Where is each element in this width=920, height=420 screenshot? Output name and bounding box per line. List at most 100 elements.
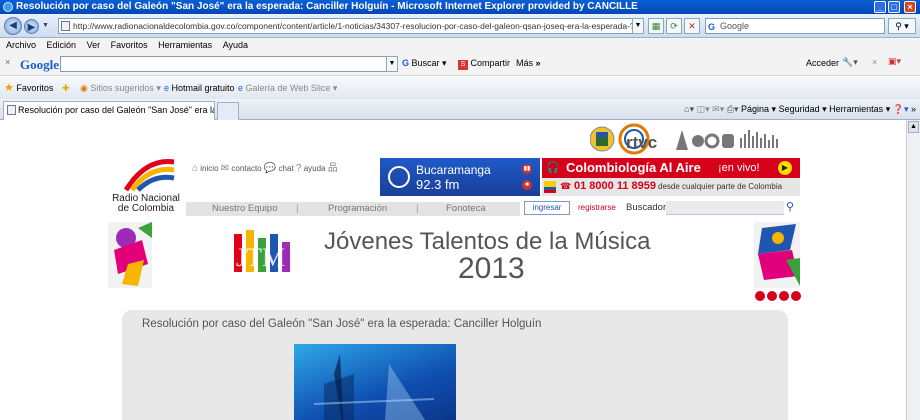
station-name: Bucaramanga xyxy=(416,163,491,177)
play-icon[interactable]: ▶ xyxy=(778,161,792,175)
radio-nacional-logo[interactable]: Radio Nacional de Colombia xyxy=(108,156,184,216)
left-musician-illustration xyxy=(108,222,152,288)
rtvc-logo-strip: rtvc xyxy=(589,122,800,156)
new-tab-button[interactable] xyxy=(217,102,239,120)
rtvc-text: rtvc xyxy=(626,133,657,152)
contacto-link[interactable]: contacto xyxy=(231,164,261,173)
compartir-button[interactable]: S Compartir xyxy=(458,58,510,70)
address-toolbar: ◀ ▶ ▼ http://www.radionacionaldecolombia… xyxy=(0,14,920,38)
radio-nacional-name: Radio Nacional de Colombia xyxy=(112,193,180,214)
login-search-row: ingresar registrarse Buscador ⚲ xyxy=(524,201,802,216)
minimize-button[interactable]: _ xyxy=(874,1,886,13)
channel-icons xyxy=(676,130,778,150)
refresh-icon[interactable]: ⟳ xyxy=(666,18,682,34)
nav-separator: | xyxy=(296,203,299,214)
nav-fonoteca[interactable]: Fonoteca xyxy=(446,202,486,216)
pause-icon[interactable]: ▮▮ xyxy=(522,164,532,174)
station-banner[interactable]: Bucaramanga 92.3 fm ▮▮ ■ xyxy=(380,158,540,196)
article-box: Resolución por caso del Galeón "San José… xyxy=(122,310,788,420)
mas-button[interactable]: Más » xyxy=(516,58,541,68)
url-dropdown-button[interactable]: ▼ xyxy=(632,18,644,34)
top-links: ⌂ inicio ✉ contacto 💬 chat ? ayuda 品 xyxy=(192,159,338,174)
compat-view-icon[interactable]: ▦ xyxy=(648,18,664,34)
vertical-scrollbar[interactable]: ▲ xyxy=(906,120,920,420)
maximize-button[interactable]: □ xyxy=(888,1,900,13)
more-chevron-icon[interactable]: » xyxy=(911,104,916,114)
google-search-dropdown[interactable]: ▼ xyxy=(386,56,398,72)
stop-playback-icon[interactable]: ■ xyxy=(522,180,532,190)
tab-active[interactable]: Resolución por caso del Galeón "San José… xyxy=(3,101,215,120)
tab-page-icon xyxy=(7,105,16,115)
close-toolbar-icon[interactable]: × xyxy=(5,57,10,67)
toolbar-close-icon[interactable]: × xyxy=(872,57,877,67)
menu-ver[interactable]: Ver xyxy=(87,40,101,50)
menu-favoritos[interactable]: Favoritos xyxy=(111,40,148,50)
promo-banner[interactable]: 🎧 Colombiología Al Aire ¡en vivo! ▶ ☎ 01… xyxy=(542,158,800,196)
page-icon xyxy=(61,21,70,31)
forward-button[interactable]: ▶ xyxy=(24,19,39,34)
menu-bar: Archivo Edición Ver Favoritos Herramient… xyxy=(0,38,920,52)
headphones-icon: 🎧 xyxy=(546,162,560,174)
stop-icon[interactable]: ✕ xyxy=(684,18,700,34)
menu-edicion[interactable]: Edición xyxy=(47,40,77,50)
carousel-controls[interactable] xyxy=(755,291,801,301)
print-icon[interactable]: ⎙▾ xyxy=(727,104,739,114)
menu-ayuda[interactable]: Ayuda xyxy=(223,40,248,50)
site-search-input[interactable] xyxy=(666,201,784,215)
history-dropdown-icon[interactable]: ▼ xyxy=(42,22,49,29)
addons-icon[interactable]: ▣▾ xyxy=(888,56,901,67)
back-button[interactable]: ◀ xyxy=(4,17,22,35)
ie-page-icon: e xyxy=(164,83,170,93)
fav-sitios-sugeridos[interactable]: ◉ Sitios sugeridos ▾ xyxy=(80,77,161,99)
share-icon: S xyxy=(458,60,468,70)
home-icon[interactable]: ⌂▾ xyxy=(684,104,694,114)
google-logo: Google xyxy=(20,57,59,72)
star-icon: ★ xyxy=(4,82,14,94)
close-window-button[interactable]: × xyxy=(904,1,916,13)
rtvc-logos-svg: rtvc xyxy=(589,123,778,155)
menu-herramientas[interactable]: Herramientas xyxy=(158,40,212,50)
url-input[interactable]: http://www.radionacionaldecolombia.gov.c… xyxy=(58,18,644,34)
web-slice-icon: e xyxy=(238,83,244,93)
add-favorite-icon[interactable]: ✚ xyxy=(62,77,70,99)
buscador-label: Buscador xyxy=(626,202,667,213)
fav-hotmail[interactable]: e Hotmail gratuito xyxy=(164,77,235,99)
feeds-icon[interactable]: ◫▾ xyxy=(697,104,710,114)
web-page: rtvc Radio Nacional de Colombia ⌂ inicio… xyxy=(0,120,906,420)
ingresar-button[interactable]: ingresar xyxy=(524,201,570,215)
buscar-button[interactable]: G Buscar ▾ xyxy=(402,58,447,69)
search-go-button[interactable]: ⚲ ▾ xyxy=(888,18,916,34)
search-input[interactable]: G Google xyxy=(705,18,885,34)
fav-web-slice[interactable]: e Galería de Web Slice ▾ xyxy=(238,77,337,99)
right-musician-illustration xyxy=(754,222,800,288)
menu-archivo[interactable]: Archivo xyxy=(6,40,36,50)
hero-banner: JTM Jóvenes Talentos de la Música 2013 xyxy=(108,220,802,302)
nav-nuestro-equipo[interactable]: Nuestro Equipo xyxy=(212,202,277,216)
google-g-icon: G xyxy=(402,58,410,68)
nav-programacion[interactable]: Programación xyxy=(328,202,387,216)
chat-link[interactable]: chat xyxy=(279,164,294,173)
magnifier-icon[interactable]: ⚲ xyxy=(786,200,794,213)
acceder-button[interactable]: Acceder xyxy=(806,58,839,68)
mail-icon[interactable]: ✉▾ xyxy=(712,104,724,114)
sitemap-icon[interactable]: 品 xyxy=(328,163,338,174)
google-toolbar-search-input[interactable] xyxy=(60,56,396,72)
promo-live: ¡en vivo! xyxy=(718,162,760,174)
article-image xyxy=(294,344,456,420)
promo-subtitle: desde cualquier parte de Colombia xyxy=(658,182,783,191)
google-search-icon: G xyxy=(708,22,716,32)
station-frequency: 92.3 fm xyxy=(416,177,460,192)
herramientas-menu[interactable]: Herramientas ▾ xyxy=(829,104,890,114)
help-icon[interactable]: ❓▾ xyxy=(893,104,909,114)
favoritos-button[interactable]: ★ Favoritos xyxy=(4,77,53,99)
wrench-icon[interactable]: 🔧▾ xyxy=(842,57,858,68)
seguridad-menu[interactable]: Seguridad ▾ xyxy=(779,104,827,114)
inicio-link[interactable]: inicio xyxy=(200,164,218,173)
scroll-up-arrow-icon[interactable]: ▲ xyxy=(908,121,919,133)
colombia-flag-icon xyxy=(544,181,556,193)
registrarse-link[interactable]: registrarse xyxy=(578,203,616,212)
ayuda-link[interactable]: ayuda xyxy=(304,164,326,173)
main-nav: Nuestro Equipo | Programación | Fonoteca xyxy=(186,202,520,216)
ship-image-svg xyxy=(313,354,435,420)
pagina-menu[interactable]: Página ▾ xyxy=(741,104,776,114)
